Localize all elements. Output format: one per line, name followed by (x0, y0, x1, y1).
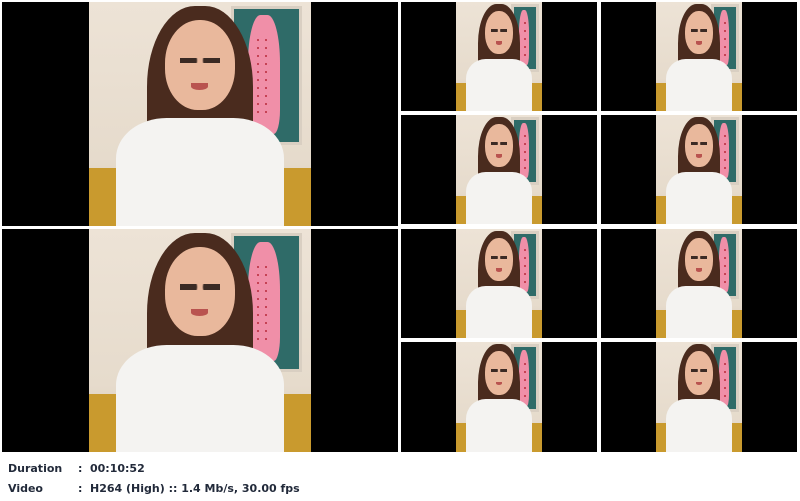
duration-value: 00:10:52 (90, 461, 145, 475)
thumbnail-large-1[interactable] (2, 2, 398, 226)
media-info: Duration : 00:10:52 Video : H264 (High) … (8, 458, 792, 498)
thumbnail-grid (0, 0, 800, 454)
thumbnail-large-2[interactable] (2, 229, 398, 452)
thumbnail-small-2[interactable] (601, 2, 797, 111)
thumbnail-small-5[interactable] (401, 229, 597, 338)
duration-label: Duration (8, 461, 63, 475)
duration-row: Duration : 00:10:52 (8, 458, 792, 478)
thumbnail-small-1[interactable] (401, 2, 597, 111)
video-separator: : (78, 481, 83, 495)
thumbnail-small-3[interactable] (401, 115, 597, 224)
thumbnail-small-6[interactable] (601, 229, 797, 338)
thumbnail-small-4[interactable] (601, 115, 797, 224)
thumbnail-small-7[interactable] (401, 342, 597, 452)
thumbnail-small-8[interactable] (601, 342, 797, 452)
video-label: Video (8, 481, 43, 495)
video-row: Video : H264 (High) :: 1.4 Mb/s, 30.00 f… (8, 478, 792, 498)
video-value: H264 (High) :: 1.4 Mb/s, 30.00 fps (90, 481, 300, 495)
duration-separator: : (78, 461, 83, 475)
